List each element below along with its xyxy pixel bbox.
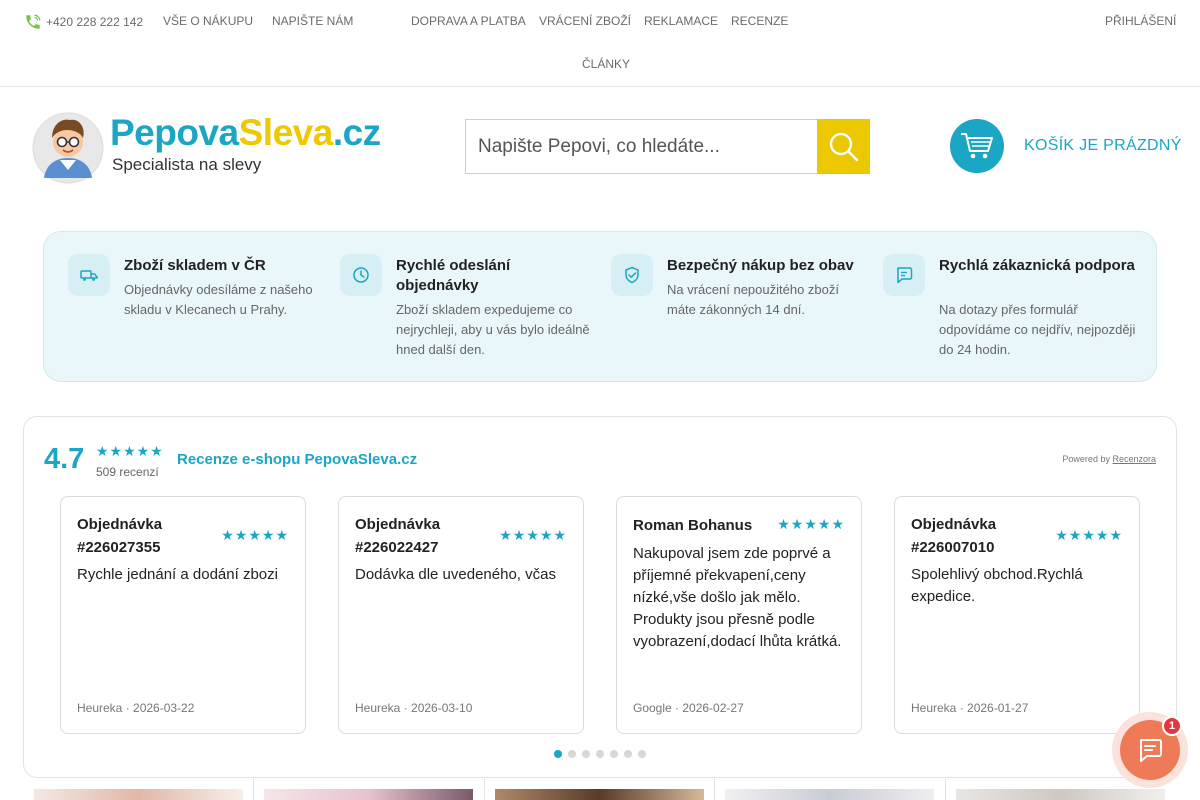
nav-link-shipping[interactable]: DOPRAVA A PLATBA [411,14,526,28]
cart-icon [961,133,993,159]
review-meta: Heureka · 2026-01-27 [911,701,1029,715]
notification-badge: 1 [1162,716,1182,736]
chat-icon [883,254,925,296]
powered-by: Powered by Recenzora [1062,454,1156,464]
carousel-dot[interactable] [638,750,646,758]
review-meta: Google · 2026-02-27 [633,701,744,715]
chat-bubble-icon [1140,739,1162,762]
nav-link-reviews[interactable]: RECENZE [731,14,788,28]
divider [484,779,485,800]
carousel-dot[interactable] [610,750,618,758]
brand-name-part-2: Sleva [238,112,334,153]
top-navigation: +420 228 222 142 VŠE O NÁKUPU NAPIŠTE NÁ… [0,0,1200,87]
chat-button[interactable]: 1 [1112,712,1188,788]
review-author: Roman Bohanus [633,517,753,534]
review-card: Objednávka #226007010 ★★★★★ Spolehlivý o… [894,496,1140,734]
product-image[interactable] [264,789,473,800]
divider [714,779,715,800]
reviews-widget: 4.7 ★★★★★ 509 recenzí Recenze e-shopu Pe… [23,416,1177,778]
product-image[interactable] [725,789,934,800]
brand-name-part-3: .cz [332,112,381,153]
benefit-title: Zboží skladem v ČR [124,257,266,274]
benefit-title: Rychlé odeslání objednávky [396,257,511,294]
review-meta: Heureka · 2026-03-22 [77,701,195,715]
review-stars: ★★★★★ [777,516,845,532]
benefit-title: Bezpečný nákup bez obav [667,257,854,274]
review-stars: ★★★★★ [221,527,289,543]
cart-button[interactable]: KOŠÍK JE PRÁZDNÝ [950,119,1182,173]
divider [253,779,254,800]
phone-icon [26,14,41,29]
carousel-dot[interactable] [568,750,576,758]
rating-stars: ★★★★★ [96,443,164,459]
truck-icon [68,254,110,296]
review-stars: ★★★★★ [499,527,567,543]
review-author: Objednávka #226007010 [911,516,997,556]
review-card: Roman Bohanus ★★★★★ Nakupoval jsem zde p… [616,496,862,734]
brand-tagline: Specialista na slevy [112,155,262,174]
reviews-title-link[interactable]: Recenze e-shopu PepovaSleva.cz [177,451,417,468]
rating-score: 4.7 [44,443,85,475]
review-count: 509 recenzí [96,465,159,479]
shield-check-icon [611,254,653,296]
clock-icon [340,254,382,296]
search-input[interactable] [465,119,817,174]
divider [945,779,946,800]
review-text: Rychle jednání a dodání zbozi [77,566,278,583]
nav-link-returns[interactable]: VRÁCENÍ ZBOŽÍ [539,14,631,28]
search-button[interactable] [817,119,870,174]
review-stars: ★★★★★ [1055,527,1123,543]
carousel-dots [554,750,652,758]
carousel-dot[interactable] [624,750,632,758]
review-card: Objednávka #226022427 ★★★★★ Dodávka dle … [338,496,584,734]
benefit-desc: Na dotazy přes formulář odpovídáme co ne… [939,302,1136,357]
powered-by-link[interactable]: Recenzora [1112,454,1156,464]
review-text: Nakupoval jsem zde poprvé a příjemné pře… [633,545,842,650]
nav-link-about[interactable]: VŠE O NÁKUPU [163,14,253,28]
site-logo[interactable]: PepovaSleva.cz Specialista na slevy [30,108,390,186]
review-text: Dodávka dle uvedeného, včas [355,566,556,583]
review-card: Objednávka #226027355 ★★★★★ Rychle jedná… [60,496,306,734]
review-meta: Heureka · 2026-03-10 [355,701,473,715]
benefit-desc: Na vrácení nepoužitého zboží máte zákonn… [667,282,839,317]
nav-link-complaints[interactable]: REKLAMACE [644,14,718,28]
search-bar [465,119,870,174]
benefit-title: Rychlá zákaznická podpora [939,257,1135,274]
brand-name: PepovaSleva.cz [110,112,381,154]
login-link[interactable]: PŘIHLÁŠENÍ [1105,14,1176,28]
carousel-dot[interactable] [554,750,562,758]
phone-number: +420 228 222 142 [46,15,144,29]
powered-by-prefix: Powered by [1062,454,1110,464]
benefits-panel: Zboží skladem v ČR Objednávky odesíláme … [43,231,1157,382]
cart-icon-wrapper [950,119,1004,173]
brand-name-part-1: Pepova [110,112,239,153]
review-author: Objednávka #226027355 [77,516,163,556]
product-strip [0,779,1200,800]
product-image[interactable] [34,789,243,800]
search-icon [829,132,858,161]
cart-label: KOŠÍK JE PRÁZDNÝ [1024,137,1182,154]
carousel-dot[interactable] [596,750,604,758]
mascot-icon [32,112,104,184]
nav-link-articles[interactable]: ČLÁNKY [582,57,630,71]
nav-link-contact[interactable]: NAPIŠTE NÁM [272,14,353,28]
product-image[interactable] [495,789,704,800]
phone-link[interactable]: +420 228 222 142 [24,13,143,31]
review-author: Objednávka #226022427 [355,516,441,556]
benefit-desc: Zboží skladem expedujeme co nejrychleji,… [396,302,590,357]
review-text: Spolehlivý obchod.Rychlá expedice. [911,566,1083,605]
benefit-desc: Objednávky odesíláme z našeho skladu v K… [124,282,313,317]
carousel-dot[interactable] [582,750,590,758]
product-image[interactable] [956,789,1165,800]
